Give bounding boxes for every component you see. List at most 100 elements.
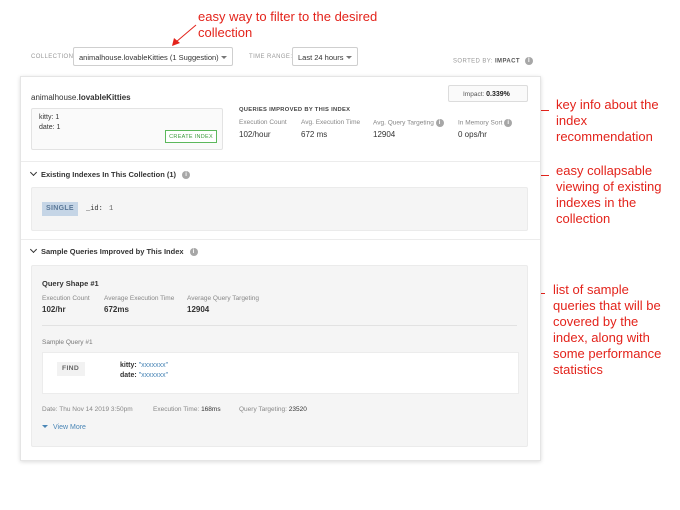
chevron-down-icon (29, 245, 38, 254)
index-direction: 1 (109, 205, 114, 213)
index-key: kitty: 1 (39, 114, 60, 121)
stat-value: 672 ms (301, 130, 328, 139)
stat-value: 672ms (104, 305, 129, 314)
annotation-line: some performance (553, 346, 662, 361)
inner-divider (42, 325, 517, 326)
caret-down-icon (42, 425, 48, 428)
exec-time-value: 168ms (201, 406, 221, 413)
annotation-line: viewing of existing (556, 179, 662, 194)
query-line: kitty: "xxxxxxx" (120, 362, 168, 369)
stat-value: 0 ops/hr (458, 130, 487, 139)
annotation-arrow-filter (172, 24, 197, 46)
sorted-by-value[interactable]: IMPACT (495, 59, 520, 65)
index-type-badge: SINGLE (42, 202, 78, 216)
chevron-down-icon (221, 56, 227, 59)
view-more-label: View More (53, 424, 86, 431)
info-icon[interactable]: i (525, 57, 534, 65)
stat-label: Avg. Query Targeting (373, 119, 434, 127)
stat-label: Execution Count (42, 295, 90, 302)
stat-value: 102/hour (239, 130, 271, 139)
targeting-label: Query Targeting: (239, 406, 287, 413)
create-index-button[interactable]: CREATE INDEX (165, 130, 217, 143)
sample-queries-toggle[interactable]: Sample Queries Improved by This Index i (29, 245, 198, 257)
annotation-line: indexes in the (556, 195, 637, 210)
chevron-down-icon (29, 168, 38, 177)
namespace-title: animalhouse.lovableKitties (31, 93, 131, 102)
annotation-line: index (556, 113, 588, 128)
sample-targeting: Query Targeting: 23520 (239, 406, 307, 413)
collection-select-value: animalhouse.lovableKitties (1 Suggestion… (79, 53, 219, 62)
impact-badge: Impact: 0.339% (448, 85, 528, 102)
exec-time-label: Execution Time: (153, 406, 200, 413)
stat-label: Execution Count (239, 119, 287, 126)
info-icon[interactable]: i (435, 119, 444, 127)
impact-label: Impact: (463, 91, 485, 98)
query-key: kitty: (120, 362, 137, 369)
query-shape-panel: Query Shape #1 Execution Count 102/hr Av… (31, 265, 528, 447)
targeting-value: 23520 (288, 406, 307, 413)
stat-label: Average Execution Time (104, 295, 175, 302)
date-value: Thu Nov 14 2019 3:50pm (59, 406, 133, 413)
stat-value: 12904 (187, 305, 210, 314)
annotation-line: key info about the (556, 97, 659, 112)
info-icon[interactable]: i (504, 119, 513, 127)
annotation-collapsable: easy collapsable viewing of existing ind… (556, 163, 662, 227)
existing-indexes-panel: SINGLE _id: 1 (31, 187, 528, 231)
query-shape-title: Query Shape #1 (42, 279, 99, 288)
impact-value: 0.339% (486, 91, 510, 98)
namespace-db: animalhouse. (31, 93, 79, 102)
queries-improved-title: QUERIES IMPROVED BY THIS INDEX (239, 107, 351, 113)
sorted-by: SORTED BY: IMPACT i (453, 57, 534, 65)
namespace-collection: lovableKitties (78, 93, 131, 102)
stat-label-with-info: Avg. Query Targeting i (373, 119, 444, 127)
query-key: date: (120, 372, 137, 379)
sample-query-box: FIND kitty: "xxxxxxx" date: "xxxxxxx" (42, 352, 519, 394)
info-icon[interactable]: i (182, 171, 191, 180)
sample-date: Date: Thu Nov 14 2019 3:50pm (42, 406, 133, 413)
sample-exec-time: Execution Time: 168ms (153, 406, 221, 413)
time-range-select[interactable]: Last 24 hours (292, 47, 358, 66)
stat-label: Avg. Execution Time (301, 119, 361, 126)
date-label: Date: (42, 406, 58, 413)
annotation-sample-queries: list of sample queries that will be cove… (553, 282, 661, 378)
annotation-line: index, along with (553, 330, 650, 345)
stat-label: In Memory Sort (458, 119, 503, 127)
index-keys-box: kitty: 1 date: 1 CREATE INDEX (31, 108, 223, 150)
sorted-by-label: SORTED BY: (453, 58, 493, 65)
query-value: "xxxxxxx" (138, 372, 169, 379)
annotation-line: list of sample (553, 282, 629, 297)
annotation-line: collection (556, 211, 611, 226)
query-value: "xxxxxxx" (138, 362, 169, 369)
collection-select[interactable]: animalhouse.lovableKitties (1 Suggestion… (73, 47, 233, 66)
time-range-label: TIME RANGE: (249, 54, 293, 60)
stat-label: Average Query Targeting (187, 295, 260, 302)
stat-label-with-info: In Memory Sort i (458, 119, 513, 127)
existing-indexes-title: Existing Indexes In This Collection (1) (41, 170, 177, 179)
annotation-key-info: key info about the index recommendation (556, 97, 659, 145)
section-divider (21, 161, 540, 162)
time-range-select-value: Last 24 hours (298, 53, 344, 62)
index-field: _id: (86, 205, 103, 213)
sample-queries-title: Sample Queries Improved by This Index (41, 247, 184, 256)
info-icon[interactable]: i (189, 248, 198, 257)
annotation-line: collection (198, 25, 253, 40)
annotation-line: easy collapsable (556, 163, 653, 178)
existing-index-definition: _id: 1 (86, 205, 113, 213)
section-divider (21, 239, 540, 240)
operation-badge: FIND (57, 362, 85, 376)
annotation-filter: easy way to filter to the desired collec… (198, 9, 377, 41)
annotation-line: queries that will be (553, 298, 661, 313)
collection-label: COLLECTION: (31, 54, 76, 60)
annotation-line: covered by the (553, 314, 639, 329)
chevron-down-icon (346, 56, 352, 59)
annotation-line: easy way to filter to the desired (198, 9, 378, 24)
query-line: date: "xxxxxxx" (120, 372, 168, 379)
annotation-line: statistics (553, 362, 603, 377)
annotation-line: recommendation (556, 129, 653, 144)
view-more-link[interactable]: View More (42, 424, 86, 431)
stat-value: 12904 (373, 130, 396, 139)
index-key: date: 1 (39, 124, 61, 131)
sample-query-title: Sample Query #1 (42, 339, 93, 346)
existing-indexes-toggle[interactable]: Existing Indexes In This Collection (1) … (29, 168, 191, 180)
index-recommendation-card: animalhouse.lovableKitties Impact: 0.339… (20, 76, 541, 461)
